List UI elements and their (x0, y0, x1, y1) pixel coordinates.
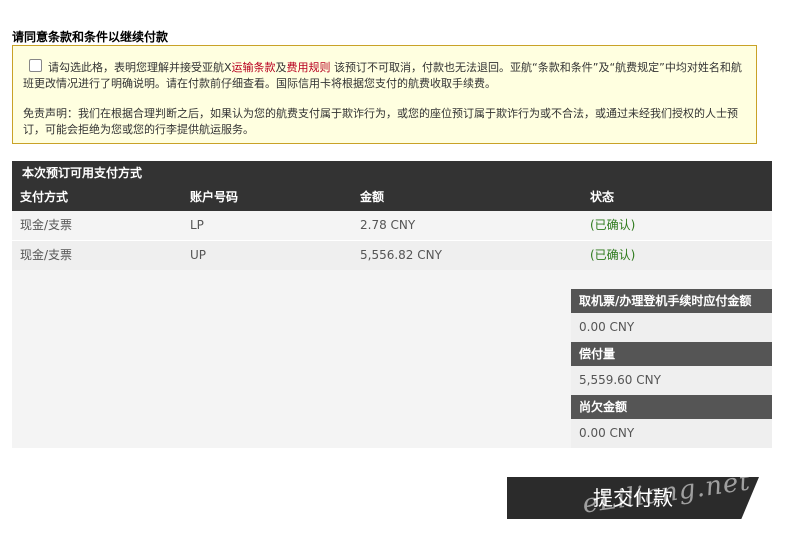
terms-notice: 请勾选此格，表明您理解并接受亚航X运输条款及费用规则 该预订不可取消，付款也无法… (12, 45, 757, 144)
status-cell: (已确认) (590, 248, 636, 262)
amount-cell: 5,556.82 CNY (360, 248, 442, 262)
account-number-cell: LP (190, 218, 204, 232)
submit-payment-button[interactable]: 提交付款 (507, 477, 759, 519)
payment-methods-table: 本次预订可用支付方式 支付方式 账户号码 金额 状态 现金/支票 LP 2.78… (12, 161, 772, 271)
column-header-status: 状态 (590, 190, 615, 204)
amount-due-block: 取机票/办理登机手续时应付金额 0.00 CNY (571, 289, 772, 342)
payment-method-cell: 现金/支票 (20, 218, 73, 232)
payment-table-header: 支付方式 账户号码 金额 状态 (12, 186, 772, 211)
terms-paragraph: 请勾选此格，表明您理解并接受亚航X运输条款及费用规则 该预订不可取消，付款也无法… (23, 59, 746, 92)
terms-checkbox[interactable] (29, 59, 42, 72)
disclaimer-text: 免责声明：我们在根据合理判断之后，如果认为您的航费支付属于欺诈行为，或您的座位预… (23, 107, 738, 136)
terms-connector: 及 (275, 61, 287, 74)
table-row: 现金/支票 UP 5,556.82 CNY (已确认) (12, 241, 772, 271)
table-row: 现金/支票 LP 2.78 CNY (已确认) (12, 211, 772, 241)
outstanding-label: 尚欠金额 (571, 395, 772, 419)
amount-paid-value: 5,559.60 CNY (571, 366, 772, 395)
page-heading: 请同意条款和条件以继续付款 (12, 30, 169, 44)
amount-cell: 2.78 CNY (360, 218, 416, 232)
account-number-cell: UP (190, 248, 207, 262)
amount-paid-label: 偿付量 (571, 342, 772, 366)
outstanding-block: 尚欠金额 0.00 CNY (571, 395, 772, 448)
status-cell: (已确认) (590, 218, 636, 232)
amount-due-label: 取机票/办理登机手续时应付金额 (571, 289, 772, 313)
column-header-account: 账户号码 (190, 190, 239, 204)
transport-terms-link[interactable]: 运输条款 (232, 61, 276, 74)
column-header-method: 支付方式 (20, 190, 69, 204)
payment-method-cell: 现金/支票 (20, 248, 73, 262)
payment-summary: 取机票/办理登机手续时应付金额 0.00 CNY 偿付量 5,559.60 CN… (12, 270, 772, 448)
outstanding-value: 0.00 CNY (571, 419, 772, 448)
payment-table-title: 本次预订可用支付方式 (12, 161, 772, 186)
fee-rules-link[interactable]: 费用规则 (287, 61, 331, 74)
terms-text-before: 请勾选此格，表明您理解并接受亚航X (48, 61, 232, 74)
amount-paid-block: 偿付量 5,559.60 CNY (571, 342, 772, 395)
column-header-amount: 金额 (360, 190, 385, 204)
amount-due-value: 0.00 CNY (571, 313, 772, 342)
